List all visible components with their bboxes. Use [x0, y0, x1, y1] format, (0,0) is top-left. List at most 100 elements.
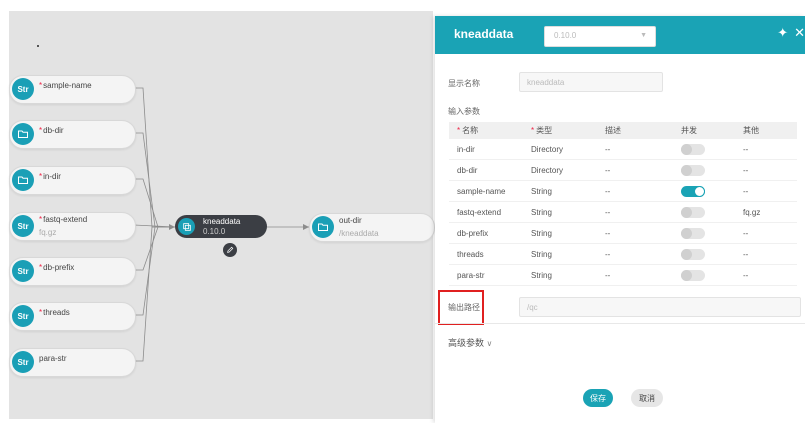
- table-header-row: * 名称 * 类型 描述 并发 其他: [449, 122, 797, 139]
- display-name-input[interactable]: kneaddata: [519, 72, 663, 92]
- param-other: --: [735, 180, 797, 202]
- tool-icon: [178, 218, 195, 235]
- param-other: --: [735, 139, 797, 160]
- param-type: Directory: [523, 139, 597, 160]
- required-marker: *: [531, 126, 535, 135]
- toggle-knob: [681, 227, 692, 239]
- app-canvas: Str *sample-name *db-dir *in-dir Str *fa…: [0, 0, 805, 423]
- required-marker: *: [39, 172, 43, 181]
- param-name: in-dir: [449, 139, 523, 160]
- chevron-down-icon: ▼: [640, 32, 647, 39]
- advanced-params-toggle[interactable]: 高级参数 ∨: [448, 336, 492, 349]
- str-badge: Str: [12, 351, 34, 373]
- table-row: para-str String -- --: [449, 264, 797, 286]
- required-marker: *: [39, 215, 43, 224]
- input-params-label: 输入参数: [448, 107, 480, 116]
- param-desc: --: [597, 201, 673, 223]
- param-concurrent: [673, 222, 735, 244]
- input-node-db-prefix[interactable]: Str *db-prefix: [9, 257, 136, 286]
- concurrent-toggle[interactable]: [681, 227, 705, 239]
- wire-threads: [134, 226, 175, 316]
- param-other: --: [735, 264, 797, 286]
- tool-version: 0.10.0: [203, 227, 226, 236]
- concurrent-toggle[interactable]: [681, 248, 705, 260]
- input-node-fastq-extend[interactable]: Str *fastq-extend fq.gz: [9, 212, 136, 241]
- advanced-params-label: 高级参数: [448, 338, 485, 348]
- input-node-in-dir[interactable]: *in-dir: [9, 166, 136, 195]
- param-name: threads: [449, 243, 523, 265]
- pin-icon[interactable]: ✦: [777, 25, 788, 40]
- str-badge: Str: [12, 305, 34, 327]
- param-other: --: [735, 159, 797, 181]
- concurrent-toggle[interactable]: [681, 269, 705, 281]
- input-node-para-str[interactable]: Str para-str: [9, 348, 136, 377]
- param-type: String: [523, 222, 597, 244]
- toggle-knob: [681, 269, 692, 281]
- version-select[interactable]: 0.10.0 ▼: [544, 26, 656, 47]
- table-row: threads String -- --: [449, 243, 797, 265]
- input-params-table: * 名称 * 类型 描述 并发 其他 in-dir Directory -- -- db-d…: [449, 122, 797, 286]
- table-row: db-prefix String -- --: [449, 222, 797, 244]
- table-row: in-dir Directory -- --: [449, 139, 797, 160]
- output-path-input[interactable]: /qc: [519, 297, 801, 317]
- toggle-knob: [681, 143, 692, 155]
- param-concurrent: [673, 159, 735, 181]
- input-node-threads[interactable]: Str *threads: [9, 302, 136, 331]
- input-node-db-dir[interactable]: *db-dir: [9, 120, 136, 149]
- concurrent-toggle[interactable]: [681, 206, 705, 218]
- wire-sample-name: [134, 87, 175, 228]
- node-value: /kneaddata: [339, 229, 379, 238]
- col-name: 名称: [462, 126, 479, 135]
- folder-icon: [312, 216, 334, 238]
- display-name-value: kneaddata: [527, 78, 565, 87]
- param-type: String: [523, 180, 597, 202]
- node-value: fq.gz: [39, 228, 57, 237]
- param-name: sample-name: [449, 180, 523, 202]
- output-node-out-dir[interactable]: out-dir /kneaddata: [309, 213, 435, 242]
- input-node-sample-name[interactable]: Str *sample-name: [9, 75, 136, 104]
- node-label: db-prefix: [43, 263, 75, 272]
- node-label: fastq-extend: [43, 215, 88, 224]
- param-desc: --: [597, 139, 673, 160]
- param-desc: --: [597, 222, 673, 244]
- output-path-value: /qc: [527, 303, 538, 312]
- cancel-button[interactable]: 取消: [631, 389, 663, 407]
- str-badge: Str: [12, 260, 34, 282]
- param-type: String: [523, 243, 597, 265]
- col-desc: 描述: [597, 122, 673, 139]
- str-badge: Str: [12, 215, 34, 237]
- param-name: db-prefix: [449, 222, 523, 244]
- save-button[interactable]: 保存: [583, 389, 613, 407]
- param-name: para-str: [449, 264, 523, 286]
- wire-in-dir: [134, 178, 175, 228]
- required-marker: *: [39, 308, 43, 317]
- tool-config-panel: kneaddata 0.10.0 ▼ ✦ ✕ 显示名称 kneaddata 输入参…: [435, 16, 805, 423]
- panel-title: kneaddata: [454, 27, 514, 41]
- folder-icon: [12, 123, 34, 145]
- concurrent-toggle[interactable]: [681, 164, 705, 176]
- display-name-label: 显示名称: [448, 79, 480, 88]
- toggle-knob: [681, 164, 692, 176]
- node-label: para-str: [39, 354, 67, 363]
- param-desc: --: [597, 180, 673, 202]
- node-label: db-dir: [43, 126, 64, 135]
- required-marker: *: [39, 126, 43, 135]
- str-badge: Str: [12, 78, 34, 100]
- edit-icon[interactable]: [223, 243, 237, 257]
- tool-node-kneaddata[interactable]: kneaddata 0.10.0: [175, 215, 267, 238]
- concurrent-toggle[interactable]: [681, 185, 705, 197]
- param-concurrent: [673, 264, 735, 286]
- node-label: in-dir: [43, 172, 61, 181]
- concurrent-toggle[interactable]: [681, 143, 705, 155]
- param-name: db-dir: [449, 159, 523, 181]
- required-marker: *: [457, 126, 461, 135]
- param-type: String: [523, 201, 597, 223]
- col-other: 其他: [735, 122, 797, 139]
- param-concurrent: [673, 139, 735, 160]
- chevron-down-icon: ∨: [486, 339, 493, 348]
- close-icon[interactable]: ✕: [794, 25, 805, 40]
- wire-db-dir: [134, 132, 175, 228]
- toggle-knob: [694, 185, 705, 197]
- param-other: --: [735, 222, 797, 244]
- table-row: sample-name String -- --: [449, 180, 797, 202]
